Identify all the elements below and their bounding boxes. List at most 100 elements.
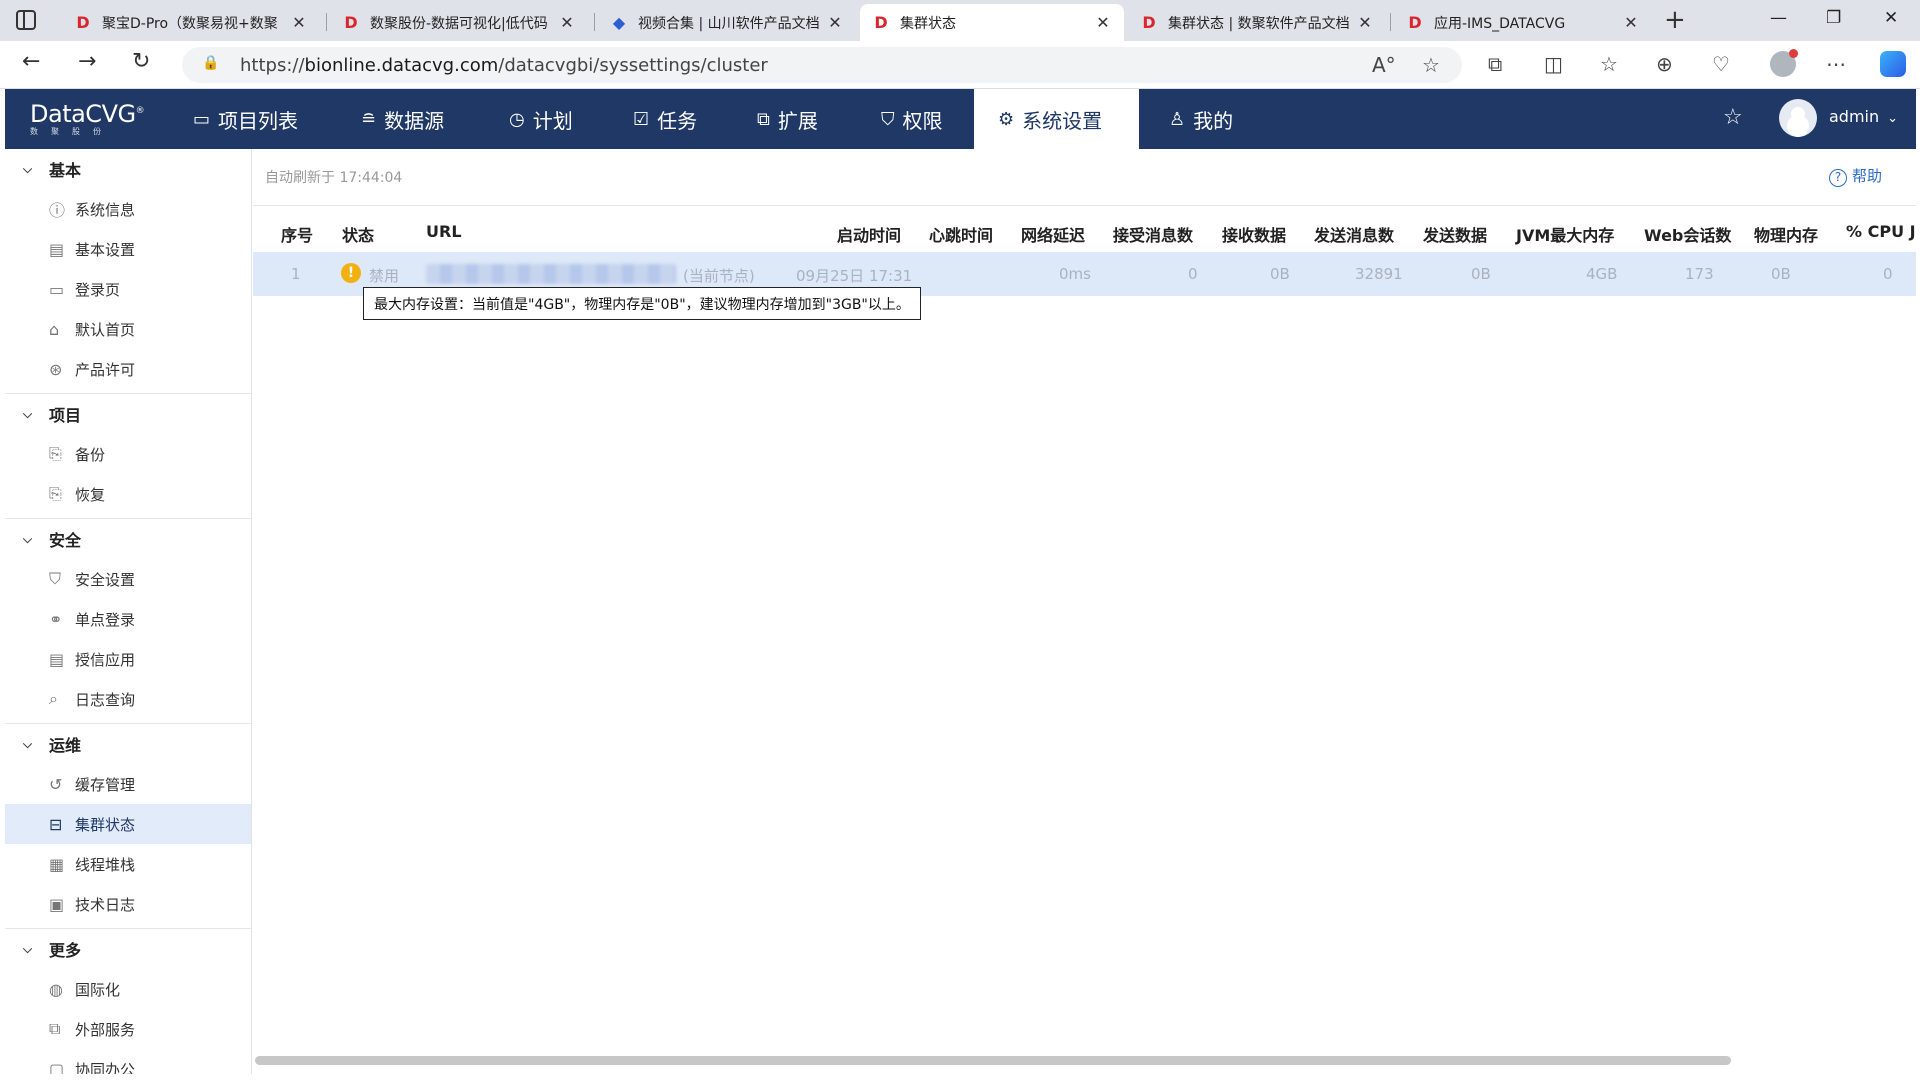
- tab-actions-icon[interactable]: [16, 10, 36, 30]
- minimize-icon[interactable]: —: [1770, 8, 1787, 28]
- tab-title: 集群状态 | 数聚软件产品文档: [1168, 15, 1350, 32]
- column-header[interactable]: URL: [426, 222, 462, 241]
- forward-icon[interactable]: →: [78, 49, 96, 74]
- nav-project-list[interactable]: ▭ 项目列表: [169, 89, 322, 149]
- read-aloud-icon[interactable]: A°: [1372, 53, 1396, 77]
- tab-title: 集群状态: [900, 15, 956, 32]
- nav-mine[interactable]: ♙ 我的: [1145, 89, 1257, 149]
- sidebar-item-thread-stack[interactable]: ▦ 线程堆栈: [5, 844, 251, 884]
- close-tab-icon[interactable]: ✕: [556, 13, 578, 32]
- sidebar-item-collaboration[interactable]: ▢ 协同办公: [5, 1049, 251, 1075]
- help-link[interactable]: ? 帮助: [1829, 165, 1882, 187]
- column-header[interactable]: % CPU J: [1846, 222, 1916, 241]
- nav-datasource[interactable]: ≘ 数据源: [337, 89, 468, 149]
- table-header: 序号 状态 URL 启动时间 心跳时间 网络延迟 接受消息数 接收数据 发送消息…: [253, 206, 1916, 256]
- sidebar-item-trusted-apps[interactable]: ▤ 授信应用: [5, 639, 251, 679]
- nav-tasks[interactable]: ☑ 任务: [609, 89, 721, 149]
- sidebar-item-security-settings[interactable]: ⛉ 安全设置: [5, 559, 251, 599]
- column-header[interactable]: JVM最大内存: [1516, 222, 1614, 246]
- sidebar-item-license[interactable]: ⊛ 产品许可: [5, 349, 251, 389]
- url-field[interactable]: 🔒 https://bionline.datacvg.com/datacvgbi…: [182, 47, 1462, 83]
- close-tab-icon[interactable]: ✕: [1620, 13, 1642, 32]
- more-menu-icon[interactable]: ⋯: [1826, 52, 1846, 76]
- browser-tab[interactable]: D 聚宝D-Pro（数聚易视+数聚 ✕: [62, 4, 320, 41]
- sidebar-item-tech-log[interactable]: ▣ 技术日志: [5, 884, 251, 924]
- sidebar-item-cache[interactable]: ↺ 缓存管理: [5, 764, 251, 804]
- reload-icon[interactable]: ↻: [132, 49, 150, 74]
- column-header[interactable]: Web会话数: [1644, 222, 1731, 246]
- browser-tab[interactable]: ◆ 视频合集 | 山川软件产品文档 ✕: [598, 4, 856, 41]
- browser-essentials-icon[interactable]: ♡: [1712, 52, 1730, 76]
- chevron-down-icon: ⌵: [23, 941, 33, 956]
- cell-recv-data: 0B: [1270, 265, 1290, 283]
- column-header[interactable]: 发送数据: [1423, 222, 1487, 246]
- cluster-icon: ⊟: [49, 814, 63, 834]
- browser-tab-active[interactable]: D 集群状态 ✕: [860, 4, 1124, 41]
- nav-permissions[interactable]: ⛉ 权限: [857, 89, 967, 149]
- sidebar-group-basic: ⌵ 基本 ⓘ 系统信息 ▤ 基本设置 ▭ 登录页 ⌂ 默认首页 ⊛ 产品许可: [5, 149, 251, 394]
- sidebar-item-sso[interactable]: ⚭ 单点登录: [5, 599, 251, 639]
- extensions-icon[interactable]: ⧉: [1488, 52, 1502, 76]
- new-tab-icon[interactable]: +: [1664, 6, 1686, 34]
- datacvg-logo[interactable]: DataCVG® 数聚股份: [30, 100, 145, 137]
- star-icon[interactable]: ☆: [1723, 105, 1743, 130]
- sidebar-item-default-home[interactable]: ⌂ 默认首页: [5, 309, 251, 349]
- close-tab-icon[interactable]: ✕: [288, 13, 310, 32]
- horizontal-scrollbar[interactable]: [253, 1056, 1916, 1066]
- browser-tab[interactable]: D 数聚股份-数据可视化|低代码 ✕: [330, 4, 588, 41]
- column-header[interactable]: 启动时间: [837, 222, 901, 246]
- column-header[interactable]: 接收数据: [1222, 222, 1286, 246]
- url-text: https://bionline.datacvg.com/datacvgbi/s…: [240, 55, 768, 76]
- nav-extend[interactable]: ⧉ 扩展: [733, 89, 842, 149]
- sidebar-item-log-query[interactable]: ⌕ 日志查询: [5, 679, 251, 719]
- user-avatar[interactable]: [1779, 99, 1817, 137]
- nav-schedule[interactable]: ◷ 计划: [485, 89, 597, 149]
- column-header[interactable]: 物理内存: [1754, 222, 1818, 246]
- sidebar-group-header[interactable]: ⌵ 基本: [5, 149, 251, 189]
- browser-tab[interactable]: D 集群状态 | 数聚软件产品文档 ✕: [1128, 4, 1386, 41]
- sidebar-item-login-page[interactable]: ▭ 登录页: [5, 269, 251, 309]
- sidebar-group-header[interactable]: ⌵ 项目: [5, 394, 251, 434]
- browser-tab[interactable]: D 应用-IMS_DATACVG ✕: [1394, 4, 1652, 41]
- column-header[interactable]: 状态: [342, 222, 374, 246]
- sidebar-item-system-info[interactable]: ⓘ 系统信息: [5, 189, 251, 229]
- datacvg-favicon-icon: D: [344, 13, 358, 32]
- warning-icon[interactable]: !: [341, 263, 361, 283]
- sidebar-group-header[interactable]: ⌵ 安全: [5, 519, 251, 559]
- split-screen-icon[interactable]: ◫: [1544, 52, 1563, 76]
- user-menu[interactable]: admin ⌄: [1829, 107, 1898, 126]
- favorites-icon[interactable]: ☆: [1600, 52, 1618, 76]
- collections-icon[interactable]: ⊕: [1656, 52, 1673, 76]
- datacvg-favicon-icon: D: [874, 13, 888, 32]
- restore-icon[interactable]: ❐: [1826, 8, 1841, 28]
- close-tab-icon[interactable]: ✕: [1092, 13, 1114, 32]
- sidebar-group-header[interactable]: ⌵ 更多: [5, 929, 251, 969]
- info-icon: ⓘ: [49, 201, 66, 220]
- sidebar-item-external-services[interactable]: ⧉ 外部服务: [5, 1009, 251, 1049]
- sidebar-item-cluster-status[interactable]: ⊟ 集群状态: [5, 804, 251, 844]
- column-header[interactable]: 心跳时间: [929, 222, 993, 246]
- favorite-star-icon[interactable]: ☆: [1422, 53, 1440, 77]
- sidebar-item-backup[interactable]: ⎘ 备份: [5, 434, 251, 474]
- column-header[interactable]: 网络延迟: [1021, 222, 1085, 246]
- back-icon[interactable]: ←: [22, 49, 40, 74]
- cell-status: 禁用: [369, 267, 400, 285]
- profile-avatar[interactable]: [1770, 49, 1798, 77]
- scrollbar-thumb[interactable]: [255, 1056, 1731, 1065]
- column-header[interactable]: 发送消息数: [1314, 222, 1394, 246]
- sidebar-item-i18n[interactable]: ◍ 国际化: [5, 969, 251, 1009]
- close-tab-icon[interactable]: ✕: [824, 13, 846, 32]
- column-header[interactable]: 序号: [281, 222, 313, 246]
- close-tab-icon[interactable]: ✕: [1354, 13, 1376, 32]
- cell-recv-msgs: 0: [1188, 265, 1198, 283]
- copilot-icon[interactable]: [1880, 51, 1906, 77]
- sidebar-group-header[interactable]: ⌵ 运维: [5, 724, 251, 764]
- lock-icon[interactable]: 🔒: [202, 55, 219, 71]
- database-icon: ≘: [361, 108, 377, 130]
- nav-system-settings[interactable]: ⚙ 系统设置: [974, 89, 1139, 149]
- sidebar-item-basic-settings[interactable]: ▤ 基本设置: [5, 229, 251, 269]
- sidebar-item-restore[interactable]: ⎘ 恢复: [5, 474, 251, 514]
- column-header[interactable]: 接受消息数: [1113, 222, 1193, 246]
- restore-file-icon: ⎘: [49, 484, 62, 503]
- close-window-icon[interactable]: ✕: [1884, 8, 1898, 28]
